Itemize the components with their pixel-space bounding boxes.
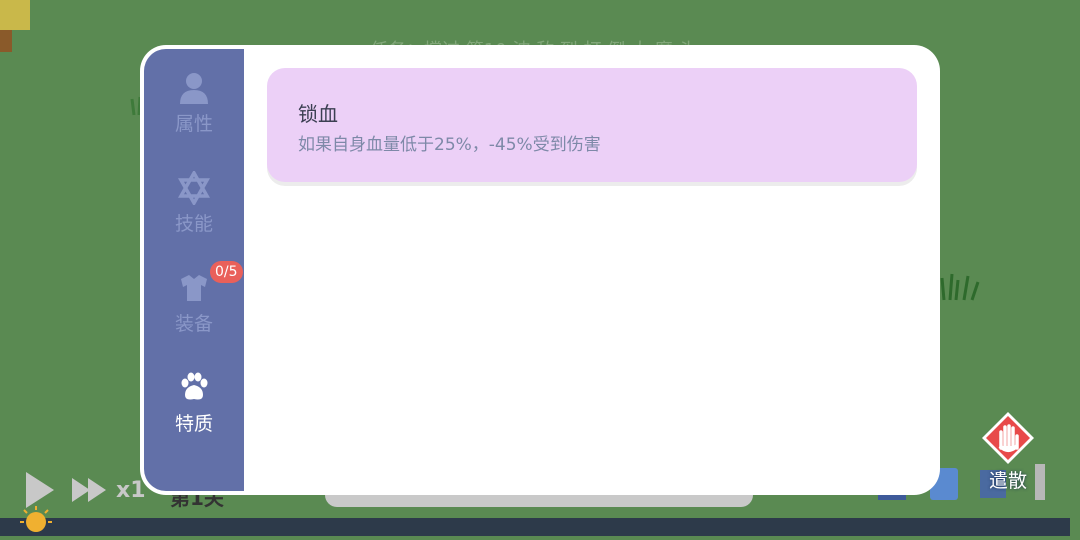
progress-bar (0, 518, 1070, 536)
tab-skills-label: 技能 (174, 213, 213, 235)
trait-card: 锁血 如果自身血量低于25%，-45%受到伤害 (267, 68, 917, 182)
character-detail-modal: 属性 技能 装备 0/5 特质 锁血 如果自身血量低于25%，-45%受到伤害 (140, 45, 940, 495)
armor-icon (181, 275, 207, 301)
equipment-count-badge: 0/5 (210, 261, 243, 283)
background-tree (0, 0, 30, 55)
paw-icon (181, 372, 208, 400)
disband-button[interactable]: 遣散 (975, 410, 1041, 492)
speed-label[interactable]: x1 (116, 478, 146, 503)
tab-equipment-label: 装备 (174, 313, 213, 335)
disband-label: 遣散 (988, 470, 1027, 492)
person-icon (180, 73, 208, 104)
tab-equipment[interactable]: 装备 0/5 (144, 261, 244, 361)
sun-icon (20, 506, 52, 532)
grass-tuft (940, 273, 980, 301)
tab-traits[interactable]: 特质 (144, 371, 244, 461)
hexagram-icon (178, 171, 210, 205)
tab-attributes-label: 属性 (174, 113, 213, 135)
play-icon[interactable] (20, 470, 56, 510)
trait-title: 锁血 (298, 102, 338, 126)
trait-description: 如果自身血量低于25%，-45%受到伤害 (298, 135, 601, 155)
fast-forward-icon[interactable] (70, 475, 110, 505)
tab-skills[interactable]: 技能 (144, 171, 244, 261)
tab-attributes[interactable]: 属性 (144, 71, 244, 161)
tab-traits-label: 特质 (174, 413, 213, 435)
stop-hand-icon (982, 412, 1034, 464)
detail-sidebar: 属性 技能 装备 0/5 特质 (144, 49, 244, 491)
